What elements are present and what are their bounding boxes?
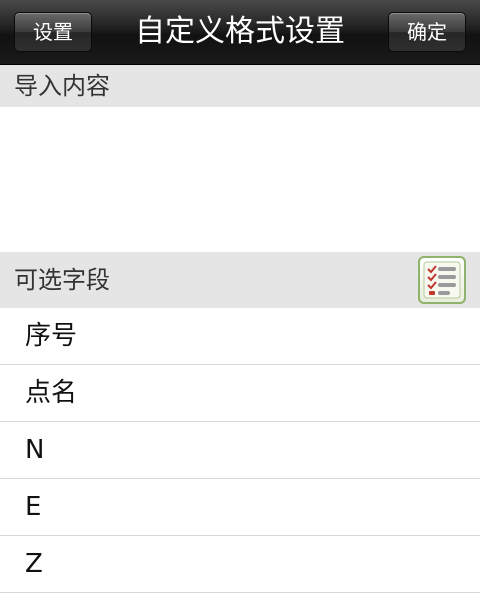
checklist-icon-graphic <box>423 261 461 299</box>
page-title: 自定义格式设置 <box>135 14 345 49</box>
list-item-e[interactable]: E <box>0 479 480 536</box>
list-item-z[interactable]: Z <box>0 536 480 593</box>
import-content-area[interactable] <box>0 107 480 252</box>
checklist-icon[interactable] <box>418 256 466 304</box>
list-item-serial-number[interactable]: 序号 <box>0 308 480 365</box>
available-fields-list: 序号 点名 N E Z <box>0 308 480 593</box>
settings-button[interactable]: 设置 <box>14 12 92 52</box>
navigation-bar: 设置 自定义格式设置 确定 <box>0 0 480 65</box>
list-item-point-name[interactable]: 点名 <box>0 365 480 422</box>
available-fields-header: 可选字段 <box>0 252 480 308</box>
import-content-header: 导入内容 <box>0 65 480 107</box>
list-item-n[interactable]: N <box>0 422 480 479</box>
confirm-button[interactable]: 确定 <box>388 12 466 52</box>
